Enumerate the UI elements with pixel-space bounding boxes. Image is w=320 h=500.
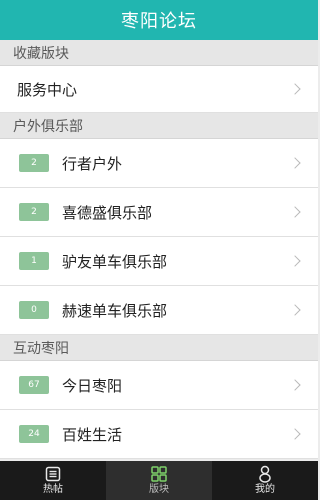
board-item[interactable]: 2 喜德盛俱乐部 [0, 188, 318, 237]
chevron-right-icon [289, 255, 301, 267]
boards-grid-icon [151, 465, 167, 483]
count-badge: 0 [19, 301, 49, 319]
board-item[interactable]: 1 驴友单车俱乐部 [0, 237, 318, 286]
chevron-right-icon [289, 157, 301, 169]
board-label: 今日枣阳 [62, 376, 123, 395]
section-header-outdoor-clubs: 户外俱乐部 [0, 113, 318, 139]
section-title: 户外俱乐部 [13, 118, 83, 135]
tab-profile[interactable]: 我的 [212, 461, 318, 500]
chevron-right-icon [289, 428, 301, 440]
section-header-interactive-zaoyang: 互动枣阳 [0, 335, 318, 361]
count-badge: 2 [19, 154, 49, 172]
hot-posts-icon [45, 465, 61, 483]
board-item-service-center[interactable]: 服务中心 [0, 66, 318, 113]
chevron-right-icon [289, 206, 301, 218]
page-title: 枣阳论坛 [121, 11, 197, 32]
count-badge: 67 [19, 376, 49, 394]
tab-label: 版块 [149, 484, 169, 495]
board-label: 驴友单车俱乐部 [62, 252, 168, 271]
section-title: 收藏版块 [13, 45, 69, 62]
tab-label: 我的 [255, 484, 275, 495]
count-badge: 1 [19, 252, 49, 270]
board-label: 赫速单车俱乐部 [62, 301, 168, 320]
board-list: 收藏版块 服务中心 户外俱乐部 2 行者户外 2 喜德盛俱乐部 1 驴友单车俱乐… [0, 40, 318, 461]
board-label: 百姓生活 [62, 425, 123, 444]
board-item[interactable]: 0 赫速单车俱乐部 [0, 286, 318, 335]
board-label: 喜德盛俱乐部 [62, 203, 153, 222]
tab-boards[interactable]: 版块 [106, 461, 212, 500]
chevron-right-icon [289, 83, 301, 95]
tab-label: 热帖 [43, 484, 63, 495]
board-item[interactable]: 24 百姓生活 [0, 410, 318, 459]
app-header: 枣阳论坛 [0, 0, 318, 40]
profile-icon [258, 465, 272, 483]
section-header-favorites: 收藏版块 [0, 40, 318, 66]
bottom-tab-bar: 热帖 版块 我的 [0, 461, 318, 500]
board-item[interactable]: 2 行者户外 [0, 139, 318, 188]
chevron-right-icon [289, 304, 301, 316]
board-label: 行者户外 [62, 154, 123, 173]
board-label: 服务中心 [17, 80, 78, 99]
section-title: 互动枣阳 [13, 340, 69, 357]
count-badge: 24 [19, 425, 49, 443]
count-badge: 2 [19, 203, 49, 221]
tab-hot-posts[interactable]: 热帖 [0, 461, 106, 500]
chevron-right-icon [289, 379, 301, 391]
board-item[interactable]: 67 今日枣阳 [0, 361, 318, 410]
